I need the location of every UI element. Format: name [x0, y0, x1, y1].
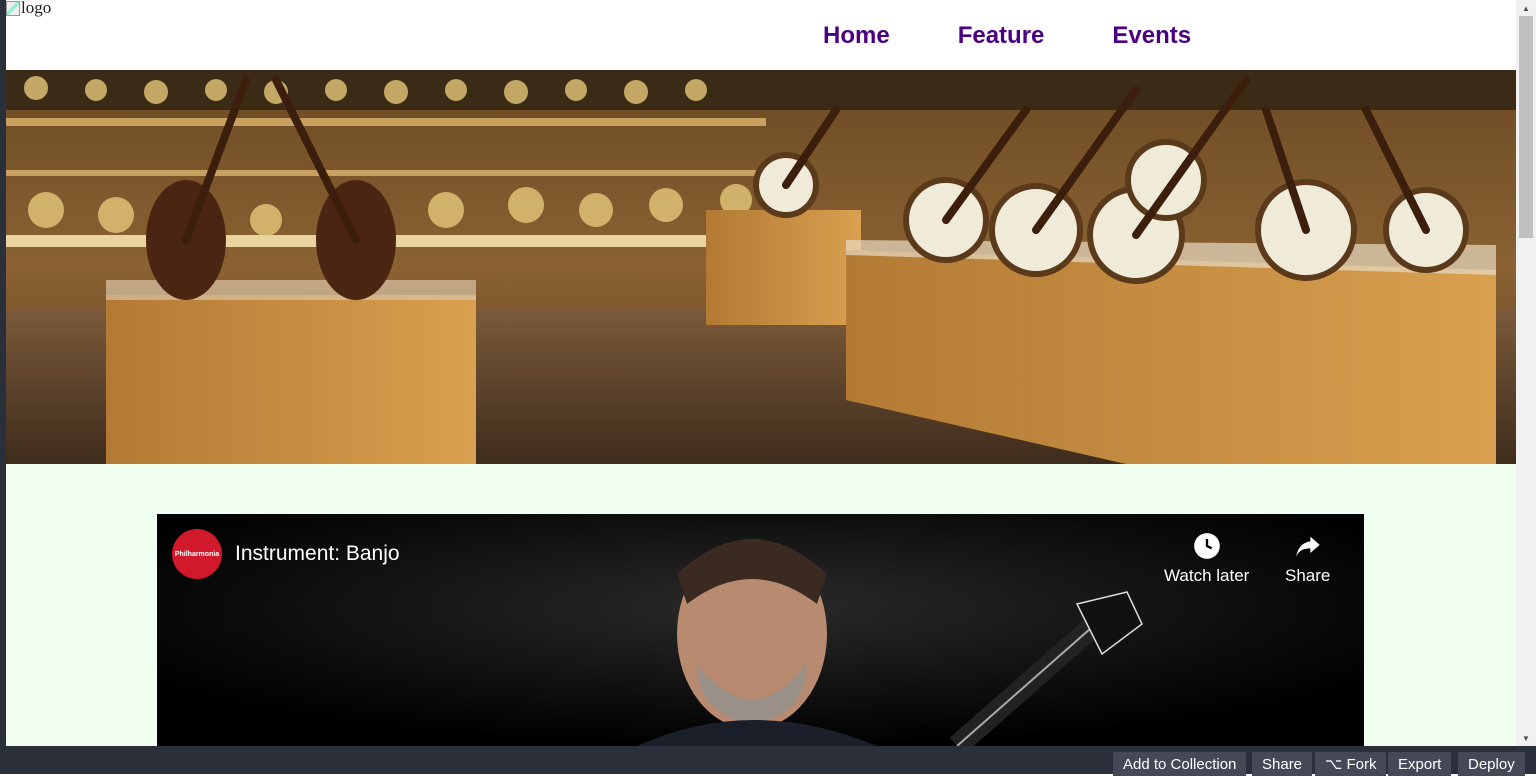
logo[interactable]: logo: [6, 0, 51, 18]
video-title[interactable]: Instrument: Banjo: [235, 542, 400, 566]
nav-events[interactable]: Events: [1112, 22, 1191, 50]
share-video-button[interactable]: Share: [1285, 532, 1330, 586]
nav-home[interactable]: Home: [823, 22, 890, 50]
share-arrow-icon: [1296, 536, 1320, 557]
scroll-thumb[interactable]: [1519, 16, 1533, 238]
watch-later-label: Watch later: [1164, 566, 1250, 585]
scroll-down-arrow-icon[interactable]: ▼: [1516, 730, 1536, 746]
logo-alt-text: logo: [21, 0, 52, 17]
channel-avatar[interactable]: Philharmonia: [172, 529, 222, 579]
add-to-collection-button[interactable]: Add to Collection: [1113, 752, 1247, 776]
nav-feature[interactable]: Feature: [958, 22, 1045, 50]
share-label: Share: [1285, 566, 1331, 585]
export-button[interactable]: Export: [1388, 752, 1452, 776]
fork-icon: ⌥: [1325, 756, 1347, 773]
fork-label: Fork: [1346, 756, 1377, 773]
video-embed[interactable]: Philharmonia Instrument: Banjo Watch lat…: [157, 514, 1364, 746]
main-nav: Home Feature Events: [823, 22, 1259, 50]
site-header: logo Home Feature Events: [6, 0, 1516, 70]
editor-bottom-bar: Add to Collection Share ⌥ Fork Export De…: [0, 746, 1536, 776]
broken-image-icon: [6, 0, 20, 16]
deploy-button[interactable]: Deploy: [1458, 752, 1525, 776]
scroll-up-arrow-icon[interactable]: ▲: [1516, 0, 1536, 16]
watch-later-button[interactable]: Watch later: [1164, 532, 1249, 586]
clock-icon: [1193, 533, 1220, 559]
fork-button[interactable]: ⌥ Fork: [1315, 752, 1387, 776]
page: logo Home Feature Events Philharmonia In…: [6, 0, 1516, 746]
share-button[interactable]: Share: [1252, 752, 1313, 776]
hero-image: [6, 70, 1516, 464]
vertical-scrollbar[interactable]: ▲ ▼: [1516, 0, 1536, 746]
